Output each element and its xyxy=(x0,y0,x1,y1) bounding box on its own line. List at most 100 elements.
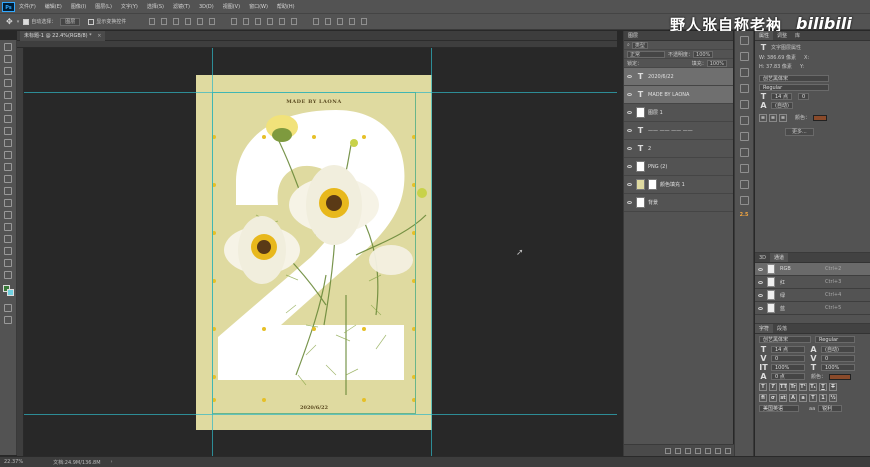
visibility-eye-icon[interactable] xyxy=(758,280,763,284)
status-chevron-icon[interactable]: › xyxy=(111,459,113,465)
poster-title[interactable]: MADE BY LAONA xyxy=(196,99,432,105)
tab-character[interactable]: 字符 xyxy=(755,324,774,333)
close-icon[interactable]: × xyxy=(97,33,101,39)
visibility-eye-icon[interactable] xyxy=(627,93,632,96)
channel-row[interactable]: RGB Ctrl+2 xyxy=(755,263,870,276)
poster-artboard[interactable]: MADE BY LAONA 2020/6/22 xyxy=(196,75,432,430)
char-size-field[interactable]: 14 点 xyxy=(771,346,805,353)
discretionary-icon[interactable]: st xyxy=(779,394,787,402)
all-caps-button[interactable]: TT xyxy=(779,383,787,391)
3d-mode-icon[interactable] xyxy=(313,18,320,25)
layer-row[interactable]: PNG (2) xyxy=(624,158,733,176)
type-tool-icon[interactable] xyxy=(4,223,12,231)
antialias-dropdown[interactable]: 锐利 xyxy=(818,405,843,412)
menu-type[interactable]: 文字(Y) xyxy=(121,3,138,10)
ruler-horizontal[interactable] xyxy=(17,41,617,48)
move-tool-icon[interactable]: ✥ xyxy=(6,17,13,26)
align-bottom-icon[interactable] xyxy=(209,18,216,25)
brush-tool-icon[interactable] xyxy=(4,127,12,135)
language-dropdown[interactable]: 美国英语 xyxy=(759,405,799,412)
menu-view[interactable]: 视图(V) xyxy=(223,3,240,10)
blur-tool-icon[interactable] xyxy=(4,187,12,195)
menu-window[interactable]: 窗口(W) xyxy=(249,3,268,10)
pen-tool-icon[interactable] xyxy=(4,211,12,219)
visibility-eye-icon[interactable] xyxy=(627,201,632,204)
menu-filter[interactable]: 滤镜(T) xyxy=(173,3,190,10)
lasso-tool-icon[interactable] xyxy=(4,67,12,75)
opacity-field[interactable]: 100% xyxy=(693,50,714,58)
visibility-eye-icon[interactable] xyxy=(758,306,763,310)
prop-size-field[interactable]: 14 点 xyxy=(771,93,792,100)
marquee-tool-icon[interactable] xyxy=(4,55,12,63)
distribute-bottom-icon[interactable] xyxy=(255,18,262,25)
auto-select-dropdown[interactable]: 图层 xyxy=(60,17,81,26)
menu-help[interactable]: 帮助(H) xyxy=(277,3,295,10)
tab-3d[interactable]: 3D xyxy=(755,253,770,262)
layer-row[interactable]: T MADE BY LAONA xyxy=(624,86,733,104)
tab-layers[interactable]: 图层 xyxy=(624,31,733,41)
contextual-icon[interactable]: σ xyxy=(769,394,777,402)
layer-row[interactable]: 颜色填充 1 xyxy=(624,176,733,194)
char-style-dropdown[interactable]: Regular xyxy=(815,336,855,343)
menu-3d[interactable]: 3D(D) xyxy=(199,4,214,10)
channel-row[interactable]: 红 Ctrl+3 xyxy=(755,276,870,289)
align-top-icon[interactable] xyxy=(185,18,192,25)
prop-tracking-field[interactable]: 0 xyxy=(797,93,810,100)
visibility-eye-icon[interactable] xyxy=(627,147,632,150)
canvas-area[interactable]: MADE BY LAONA 2020/6/22 ➚ xyxy=(24,48,617,456)
quick-mask-icon[interactable] xyxy=(4,304,12,312)
titling-icon[interactable]: T xyxy=(809,394,817,402)
show-transform-checkbox[interactable] xyxy=(88,18,95,25)
prop-style-dropdown[interactable]: Regular xyxy=(759,84,829,91)
char-font-dropdown[interactable]: 创艺黑体宋 xyxy=(759,336,811,343)
menu-edit[interactable]: 编辑(E) xyxy=(45,3,62,10)
ordinal-icon[interactable]: 1 xyxy=(819,394,827,402)
actions-panel-icon[interactable] xyxy=(739,52,749,61)
3d-pan-icon[interactable] xyxy=(349,18,356,25)
menu-file[interactable]: 文件(F) xyxy=(19,3,36,10)
auto-select-checkbox[interactable] xyxy=(23,18,30,25)
styles-panel-icon[interactable] xyxy=(739,116,749,125)
visibility-eye-icon[interactable] xyxy=(758,293,763,297)
tab-libraries[interactable]: 库 xyxy=(791,31,804,40)
distribute-left-icon[interactable] xyxy=(267,18,274,25)
new-group-icon[interactable] xyxy=(705,447,711,454)
small-caps-button[interactable]: Tr xyxy=(789,383,797,391)
fill-field[interactable]: 100% xyxy=(706,59,727,67)
channel-row[interactable]: 蓝 Ctrl+5 xyxy=(755,302,870,315)
align-center-icon[interactable] xyxy=(161,18,168,25)
layer-row[interactable]: T —— —— —— —— xyxy=(624,122,733,140)
char-baseline-field[interactable]: 0 点 xyxy=(771,373,805,380)
more-button[interactable]: 更多... xyxy=(785,128,814,136)
swash-icon[interactable]: A xyxy=(789,394,797,402)
subscript-button[interactable]: T₁ xyxy=(809,383,817,391)
align-left-text-icon[interactable]: ≡ xyxy=(759,113,767,122)
zoom-level[interactable]: 22.37% xyxy=(4,459,23,465)
move-tool-icon[interactable] xyxy=(4,43,12,51)
paragraph-panel-icon[interactable] xyxy=(739,196,749,205)
3d-rotate-icon[interactable] xyxy=(325,18,332,25)
new-layer-icon[interactable] xyxy=(715,447,721,454)
background-color-swatch[interactable] xyxy=(7,289,14,296)
char-color-swatch[interactable] xyxy=(829,373,852,380)
guide-vertical-right[interactable] xyxy=(431,48,432,456)
history-panel-icon[interactable] xyxy=(739,36,749,45)
menu-image[interactable]: 图像(I) xyxy=(71,3,86,10)
swatches-panel-icon[interactable] xyxy=(739,100,749,109)
path-select-tool-icon[interactable] xyxy=(4,235,12,243)
hand-tool-icon[interactable] xyxy=(4,259,12,267)
chevron-down-icon[interactable]: ▾ xyxy=(17,19,20,25)
faux-italic-button[interactable]: T xyxy=(769,383,777,391)
char-vscale-field[interactable]: 100% xyxy=(771,364,805,371)
visibility-eye-icon[interactable] xyxy=(627,75,632,78)
align-left-icon[interactable] xyxy=(149,18,156,25)
ligature-icon[interactable]: fi xyxy=(759,394,767,402)
superscript-button[interactable]: T¹ xyxy=(799,383,807,391)
visibility-eye-icon[interactable] xyxy=(627,183,632,186)
layer-filter-dropdown[interactable]: 类型 xyxy=(631,41,648,49)
char-leading-field[interactable]: (自动) xyxy=(821,346,855,353)
fx-icon[interactable] xyxy=(675,447,681,454)
gradient-tool-icon[interactable] xyxy=(4,175,12,183)
align-right-text-icon[interactable]: ≡ xyxy=(779,113,787,122)
poster-date[interactable]: 2020/6/22 xyxy=(196,405,432,411)
